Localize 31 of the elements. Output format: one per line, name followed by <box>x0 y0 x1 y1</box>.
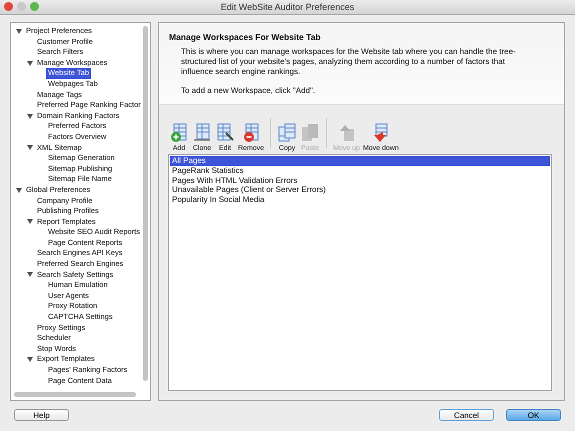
move-up-icon <box>338 123 356 143</box>
panel-title: Manage Workspaces For Website Tab <box>169 32 322 42</box>
remove-document-icon <box>242 123 260 143</box>
expanded-arrow-icon[interactable] <box>27 219 33 224</box>
cancel-button[interactable]: Cancel <box>439 409 494 421</box>
horizontal-scrollbar[interactable] <box>14 392 136 397</box>
copy-icon <box>278 123 296 143</box>
move-down-icon <box>372 123 390 143</box>
workspace-item[interactable]: Unavailable Pages (Client or Server Errors) <box>170 185 550 196</box>
help-button[interactable]: Help <box>14 409 69 421</box>
expanded-arrow-icon[interactable] <box>16 28 22 34</box>
workspace-item[interactable]: All Pages <box>170 156 550 166</box>
workspace-item[interactable]: PageRank Statistics <box>170 166 550 176</box>
clone-document-icon <box>193 123 211 143</box>
paste-icon <box>301 123 320 143</box>
description-text: To add a new Workspace, click "Add". <box>181 86 316 96</box>
edit-document-icon <box>216 123 234 143</box>
description-text: This is where you can manage workspaces for the Website tab where you can handle the tree-structured list of your website's pages, analyzing them according to a number of factors that influence search engine rankings. <box>181 47 517 77</box>
expanded-arrow-icon[interactable] <box>27 357 33 362</box>
ok-button[interactable]: OK <box>506 409 561 421</box>
expanded-arrow-icon[interactable] <box>27 114 33 119</box>
expanded-arrow-icon[interactable] <box>27 272 33 278</box>
add-document-icon <box>170 123 188 143</box>
expanded-arrow-icon[interactable] <box>27 145 33 150</box>
close-icon[interactable] <box>4 2 13 11</box>
vertical-scrollbar[interactable] <box>143 26 148 381</box>
expanded-arrow-icon[interactable] <box>16 188 22 193</box>
workspace-item[interactable]: Popularity In Social Media <box>170 195 550 205</box>
expanded-arrow-icon[interactable] <box>27 60 33 66</box>
workspace-item[interactable]: Pages With HTML Validation Errors <box>170 176 550 186</box>
window-title: Edit WebSite Auditor Preferences <box>220 2 354 12</box>
